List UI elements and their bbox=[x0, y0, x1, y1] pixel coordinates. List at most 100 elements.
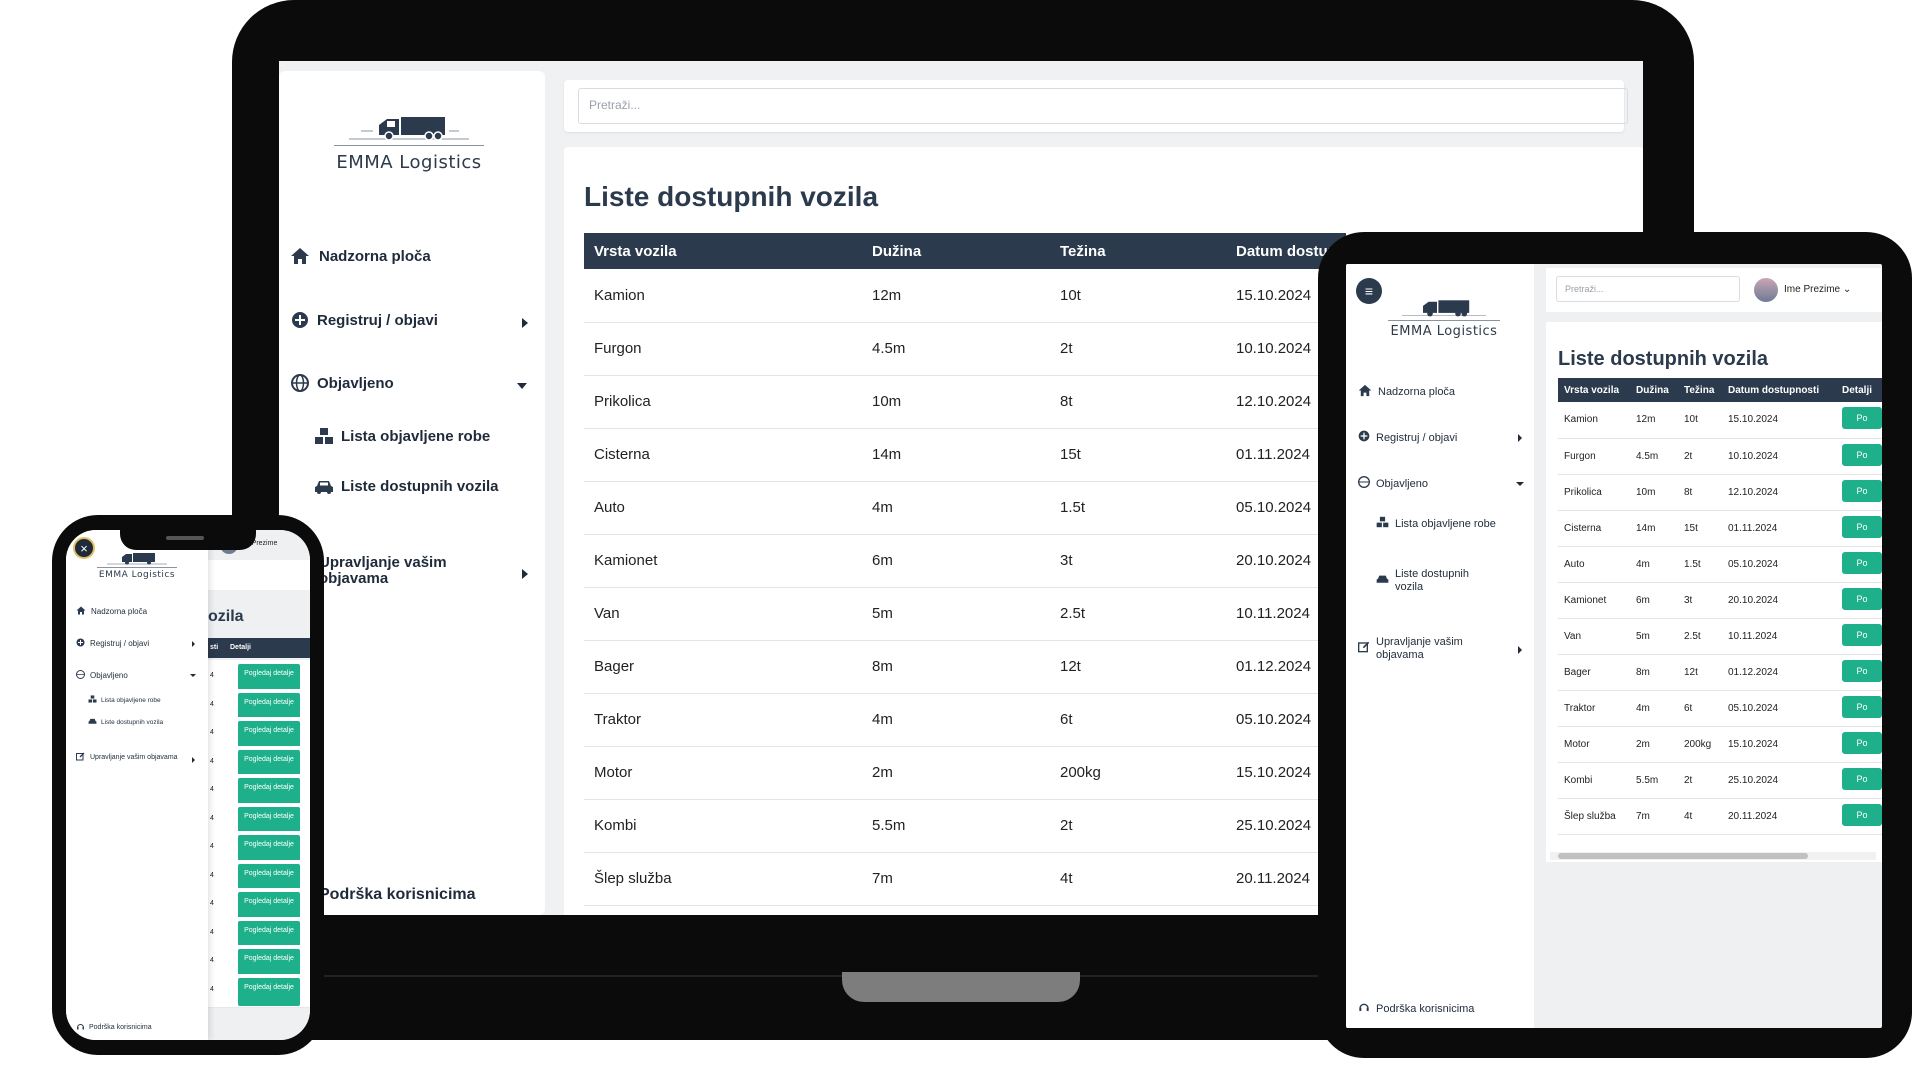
table-row: Traktor 4m 6t 05.10.2024 Po bbox=[1558, 690, 1882, 727]
cell-type: Kombi bbox=[1558, 762, 1630, 799]
cell-weight: 6t bbox=[1678, 690, 1722, 727]
view-details-button[interactable]: Po bbox=[1842, 623, 1882, 646]
cell-type: Kombi bbox=[584, 799, 862, 853]
table-header: Vrsta vozila Dužina Težina Datum dostup bbox=[584, 233, 1346, 269]
nav-manage[interactable]: Upravljanje vašim objavama bbox=[319, 555, 509, 587]
view-details-button[interactable]: Po bbox=[1842, 659, 1882, 682]
cell-weight: 3t bbox=[1678, 582, 1722, 619]
nav-register[interactable]: Registruj / objavi bbox=[76, 638, 149, 649]
nav-support[interactable]: Podrška korisnicima bbox=[76, 1022, 152, 1033]
table-row: Auto 4m 1.5t 05.10.2024 bbox=[584, 481, 1346, 535]
cell-length: 7m bbox=[1630, 798, 1678, 835]
view-details-button[interactable]: Po bbox=[1842, 803, 1882, 826]
nav-vehicles-list[interactable]: Liste dostupnih vozila bbox=[88, 718, 163, 727]
nav-support-label[interactable]: Podrška korisnicima bbox=[319, 886, 476, 904]
nav-support[interactable]: Podrška korisnicima bbox=[1358, 1001, 1474, 1016]
nav-vehicles-list[interactable]: Liste dostupnih vozila bbox=[1376, 568, 1496, 594]
cell-weight: 200kg bbox=[1050, 746, 1226, 800]
nav-dashboard[interactable]: Nadzorna ploča bbox=[76, 606, 147, 617]
cell-details: Po bbox=[1836, 438, 1882, 475]
nav-published[interactable]: Objavljeno bbox=[1358, 476, 1428, 491]
nav-goods-list-label: Lista objavljene robe bbox=[1395, 517, 1496, 530]
view-details-button[interactable]: Po bbox=[1842, 731, 1882, 754]
table-header: Vrsta vozila Dužina Težina Datum dostupn… bbox=[1558, 378, 1882, 402]
headset-icon bbox=[1358, 1001, 1370, 1016]
nav-published[interactable]: Objavljeno bbox=[289, 374, 394, 392]
nav-dashboard[interactable]: Nadzorna ploča bbox=[289, 247, 431, 265]
cell-weight: 2t bbox=[1678, 438, 1722, 475]
sidebar-drawer: × EMMA Logistics Nadzorna ploča Registru… bbox=[66, 530, 208, 1040]
nav-goods-list[interactable]: Lista objavljene robe bbox=[313, 427, 490, 445]
laptop-notch bbox=[842, 972, 1080, 1002]
chevron-right-icon bbox=[522, 318, 528, 328]
nav-dashboard[interactable]: Nadzorna ploča bbox=[1358, 384, 1455, 400]
menu-icon[interactable]: ≡ bbox=[1356, 278, 1382, 304]
cell-type: Furgon bbox=[1558, 438, 1630, 475]
cell-type: Auto bbox=[1558, 546, 1630, 583]
boxes-icon bbox=[88, 695, 97, 705]
table-row: Kamionet 6m 3t 20.10.2024 bbox=[584, 534, 1346, 588]
cell-type: Šlep služba bbox=[1558, 798, 1630, 835]
brand-name: EMMA Logistics bbox=[1388, 320, 1500, 339]
nav-register[interactable]: Registruj / objavi bbox=[1358, 430, 1457, 445]
horizontal-scrollbar[interactable] bbox=[1550, 852, 1876, 860]
table-row: Bager 8m 12t 01.12.2024 Po bbox=[1558, 654, 1882, 691]
close-icon[interactable]: × bbox=[73, 537, 95, 559]
search-input[interactable]: Pretraži... bbox=[1556, 276, 1740, 302]
search-input[interactable]: Pretraži... bbox=[578, 88, 1628, 124]
view-details-button[interactable]: Po bbox=[1842, 767, 1882, 790]
nav-support-label: Podrška korisnicima bbox=[89, 1024, 152, 1031]
nav-goods-list[interactable]: Lista objavljene robe bbox=[88, 695, 161, 705]
cell-type: Furgon bbox=[584, 322, 862, 376]
cell-type: Kamionet bbox=[584, 534, 862, 588]
cell-length: 8m bbox=[1630, 654, 1678, 691]
view-details-button[interactable]: Po bbox=[1842, 515, 1882, 538]
cell-date: 20.11.2024 bbox=[1722, 798, 1836, 835]
cell-date-partial: 4 bbox=[210, 700, 214, 708]
cell-date: 05.10.2024 bbox=[1722, 546, 1836, 583]
table-header: sti Detalji bbox=[208, 638, 310, 658]
cell-weight: 2.5t bbox=[1678, 618, 1722, 655]
view-details-button[interactable]: Pogledaj detalje bbox=[238, 977, 300, 1006]
cell-length: 2m bbox=[862, 746, 1050, 800]
nav-goods-list[interactable]: Lista objavljene robe bbox=[1376, 516, 1496, 532]
scrollbar-thumb[interactable] bbox=[1558, 853, 1808, 859]
cell-type: Šlep služba bbox=[584, 852, 862, 906]
edit-icon bbox=[1358, 641, 1370, 657]
cell-weight: 12t bbox=[1678, 654, 1722, 691]
cell-date-partial: 4 bbox=[210, 900, 214, 907]
view-details-button[interactable]: Po bbox=[1842, 479, 1882, 502]
cell-date: 15.10.2024 bbox=[1722, 402, 1836, 439]
cell-length: 14m bbox=[862, 428, 1050, 482]
nav-manage[interactable]: Upravljanje vašim objavama bbox=[76, 752, 184, 764]
view-details-button[interactable]: Po bbox=[1842, 551, 1882, 574]
home-icon bbox=[289, 247, 311, 265]
view-details-button[interactable]: Po bbox=[1842, 443, 1882, 466]
nav-manage[interactable]: Upravljanje vašim objavama bbox=[1358, 636, 1508, 662]
nav-published-label: Objavljeno bbox=[317, 374, 394, 392]
nav-published[interactable]: Objavljeno bbox=[76, 670, 128, 681]
cell-length: 5m bbox=[862, 587, 1050, 641]
view-details-button[interactable]: Po bbox=[1842, 407, 1882, 430]
view-details-button[interactable]: Po bbox=[1842, 587, 1882, 610]
cell-weight: 2t bbox=[1678, 762, 1722, 799]
chevron-right-icon bbox=[1518, 434, 1522, 442]
cell-type: Motor bbox=[1558, 726, 1630, 763]
cell-weight: 4t bbox=[1678, 798, 1722, 835]
content-card: Liste dostupnih vozila Vrsta vozila Duži… bbox=[1546, 322, 1882, 862]
nav-register[interactable]: Registruj / objavi bbox=[289, 311, 438, 329]
user-menu[interactable]: Ime Prezime ⌄ bbox=[1784, 284, 1851, 295]
nav-vehicles-list[interactable]: Liste dostupnih vozila bbox=[313, 478, 499, 495]
table-row: Bager 8m 12t 01.12.2024 bbox=[584, 640, 1346, 694]
avatar[interactable] bbox=[1754, 278, 1778, 302]
cell-weight: 1.5t bbox=[1050, 481, 1226, 535]
view-details-button[interactable]: Po bbox=[1842, 695, 1882, 718]
cell-weight: 6t bbox=[1050, 693, 1226, 747]
car-icon bbox=[88, 718, 97, 727]
cell-date: 01.11.2024 bbox=[1722, 510, 1836, 547]
globe-icon bbox=[76, 670, 85, 681]
table-row: Kombi 5.5m 2t 25.10.2024 bbox=[584, 799, 1346, 853]
cell-date: 15.10.2024 bbox=[1722, 726, 1836, 763]
table-row: Prikolica 10m 8t 12.10.2024 Po bbox=[1558, 474, 1882, 511]
nav-manage-label: Upravljanje vašim objavama bbox=[319, 554, 447, 587]
